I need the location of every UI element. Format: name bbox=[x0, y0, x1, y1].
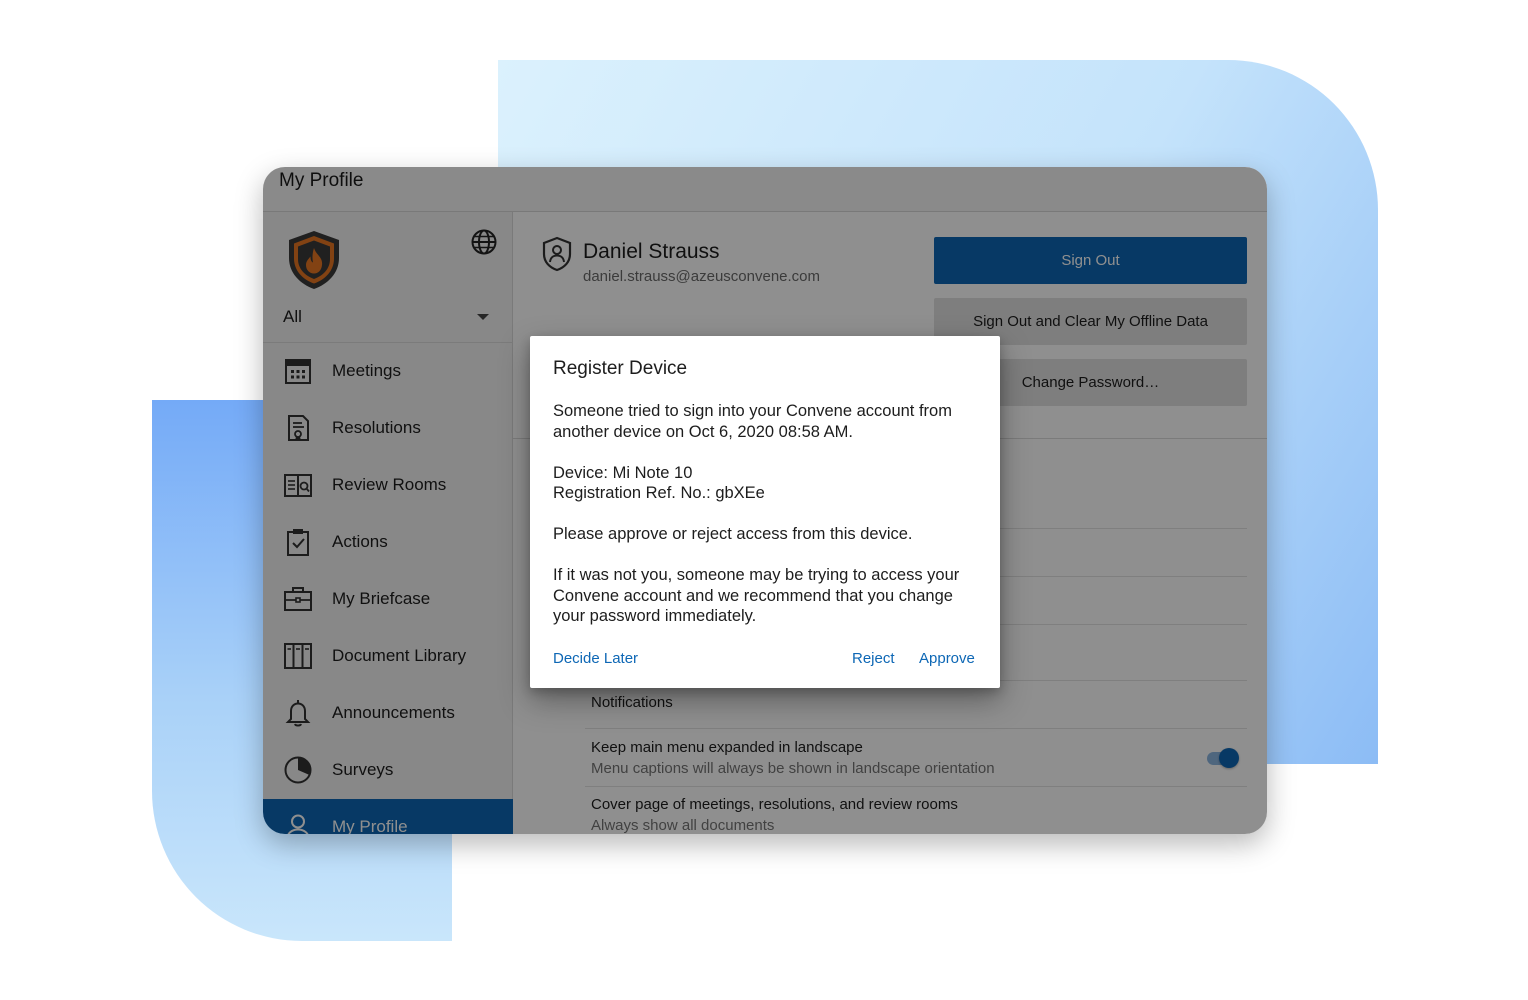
register-device-dialog: Register Device Someone tried to sign in… bbox=[530, 336, 1000, 688]
registration-ref: Registration Ref. No.: gbXEe bbox=[553, 484, 765, 502]
dialog-warning: If it was not you, someone may be trying… bbox=[553, 566, 960, 625]
dialog-instruction: Please approve or reject access from thi… bbox=[553, 525, 913, 543]
decide-later-button[interactable]: Decide Later bbox=[553, 650, 638, 667]
dialog-device-info: Device: Mi Note 10 Registration Ref. No.… bbox=[553, 463, 983, 504]
dialog-title: Register Device bbox=[553, 358, 688, 379]
dialog-message: Someone tried to sign into your Convene … bbox=[553, 402, 952, 441]
reject-button[interactable]: Reject bbox=[852, 650, 895, 667]
device-name: Device: Mi Note 10 bbox=[553, 463, 693, 482]
approve-button[interactable]: Approve bbox=[919, 650, 975, 667]
dialog-body: Someone tried to sign into your Convene … bbox=[553, 401, 983, 647]
